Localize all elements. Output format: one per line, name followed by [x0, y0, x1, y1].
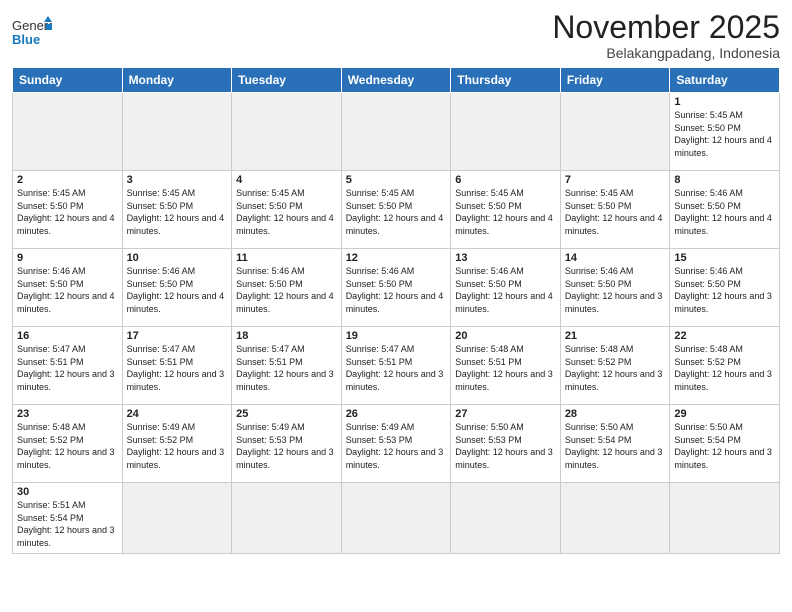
logo-icon: General Blue: [12, 14, 52, 50]
day-26: 26 Sunrise: 5:49 AMSunset: 5:53 PMDaylig…: [341, 405, 451, 483]
day-empty-7: [122, 483, 232, 553]
day-5: 5 Sunrise: 5:45 AMSunset: 5:50 PMDayligh…: [341, 171, 451, 249]
location: Belakangpadang, Indonesia: [552, 45, 780, 61]
header-sunday: Sunday: [13, 68, 123, 93]
day-14: 14 Sunrise: 5:46 AMSunset: 5:50 PMDaylig…: [560, 249, 670, 327]
week-row-3: 9 Sunrise: 5:46 AMSunset: 5:50 PMDayligh…: [13, 249, 780, 327]
day-28: 28 Sunrise: 5:50 AMSunset: 5:54 PMDaylig…: [560, 405, 670, 483]
day-2: 2 Sunrise: 5:45 AMSunset: 5:50 PMDayligh…: [13, 171, 123, 249]
day-16: 16 Sunrise: 5:47 AMSunset: 5:51 PMDaylig…: [13, 327, 123, 405]
week-row-1: 1 Sunrise: 5:45 AMSunset: 5:50 PMDayligh…: [13, 93, 780, 171]
day-4: 4 Sunrise: 5:45 AMSunset: 5:50 PMDayligh…: [232, 171, 342, 249]
week-row-5: 23 Sunrise: 5:48 AMSunset: 5:52 PMDaylig…: [13, 405, 780, 483]
page: General Blue November 2025 Belakangpadan…: [0, 0, 792, 612]
header-monday: Monday: [122, 68, 232, 93]
header-thursday: Thursday: [451, 68, 561, 93]
day-1: 1 Sunrise: 5:45 AMSunset: 5:50 PMDayligh…: [670, 93, 780, 171]
day-empty-10: [451, 483, 561, 553]
header: General Blue November 2025 Belakangpadan…: [12, 10, 780, 61]
day-empty-1: [13, 93, 123, 171]
day-empty-9: [341, 483, 451, 553]
day-empty-3: [232, 93, 342, 171]
day-29: 29 Sunrise: 5:50 AMSunset: 5:54 PMDaylig…: [670, 405, 780, 483]
header-saturday: Saturday: [670, 68, 780, 93]
day-22: 22 Sunrise: 5:48 AMSunset: 5:52 PMDaylig…: [670, 327, 780, 405]
header-friday: Friday: [560, 68, 670, 93]
calendar: Sunday Monday Tuesday Wednesday Thursday…: [12, 67, 780, 553]
week-row-6: 30 Sunrise: 5:51 AMSunset: 5:54 PMDaylig…: [13, 483, 780, 553]
day-20: 20 Sunrise: 5:48 AMSunset: 5:51 PMDaylig…: [451, 327, 561, 405]
day-empty-8: [232, 483, 342, 553]
day-8: 8 Sunrise: 5:46 AMSunset: 5:50 PMDayligh…: [670, 171, 780, 249]
header-tuesday: Tuesday: [232, 68, 342, 93]
week-row-4: 16 Sunrise: 5:47 AMSunset: 5:51 PMDaylig…: [13, 327, 780, 405]
day-17: 17 Sunrise: 5:47 AMSunset: 5:51 PMDaylig…: [122, 327, 232, 405]
day-18: 18 Sunrise: 5:47 AMSunset: 5:51 PMDaylig…: [232, 327, 342, 405]
day-empty-6: [560, 93, 670, 171]
day-6: 6 Sunrise: 5:45 AMSunset: 5:50 PMDayligh…: [451, 171, 561, 249]
header-wednesday: Wednesday: [341, 68, 451, 93]
day-12: 12 Sunrise: 5:46 AMSunset: 5:50 PMDaylig…: [341, 249, 451, 327]
week-row-2: 2 Sunrise: 5:45 AMSunset: 5:50 PMDayligh…: [13, 171, 780, 249]
day-11: 11 Sunrise: 5:46 AMSunset: 5:50 PMDaylig…: [232, 249, 342, 327]
day-empty-2: [122, 93, 232, 171]
day-23: 23 Sunrise: 5:48 AMSunset: 5:52 PMDaylig…: [13, 405, 123, 483]
day-empty-5: [451, 93, 561, 171]
day-15: 15 Sunrise: 5:46 AMSunset: 5:50 PMDaylig…: [670, 249, 780, 327]
day-21: 21 Sunrise: 5:48 AMSunset: 5:52 PMDaylig…: [560, 327, 670, 405]
day-30: 30 Sunrise: 5:51 AMSunset: 5:54 PMDaylig…: [13, 483, 123, 553]
day-27: 27 Sunrise: 5:50 AMSunset: 5:53 PMDaylig…: [451, 405, 561, 483]
day-3: 3 Sunrise: 5:45 AMSunset: 5:50 PMDayligh…: [122, 171, 232, 249]
svg-text:Blue: Blue: [12, 32, 40, 47]
day-24: 24 Sunrise: 5:49 AMSunset: 5:52 PMDaylig…: [122, 405, 232, 483]
day-10: 10 Sunrise: 5:46 AMSunset: 5:50 PMDaylig…: [122, 249, 232, 327]
day-empty-12: [670, 483, 780, 553]
day-13: 13 Sunrise: 5:46 AMSunset: 5:50 PMDaylig…: [451, 249, 561, 327]
day-empty-11: [560, 483, 670, 553]
month-title: November 2025: [552, 10, 780, 45]
weekday-header-row: Sunday Monday Tuesday Wednesday Thursday…: [13, 68, 780, 93]
day-7: 7 Sunrise: 5:45 AMSunset: 5:50 PMDayligh…: [560, 171, 670, 249]
day-empty-4: [341, 93, 451, 171]
day-25: 25 Sunrise: 5:49 AMSunset: 5:53 PMDaylig…: [232, 405, 342, 483]
day-9: 9 Sunrise: 5:46 AMSunset: 5:50 PMDayligh…: [13, 249, 123, 327]
title-area: November 2025 Belakangpadang, Indonesia: [552, 10, 780, 61]
day-19: 19 Sunrise: 5:47 AMSunset: 5:51 PMDaylig…: [341, 327, 451, 405]
logo: General Blue: [12, 10, 52, 50]
